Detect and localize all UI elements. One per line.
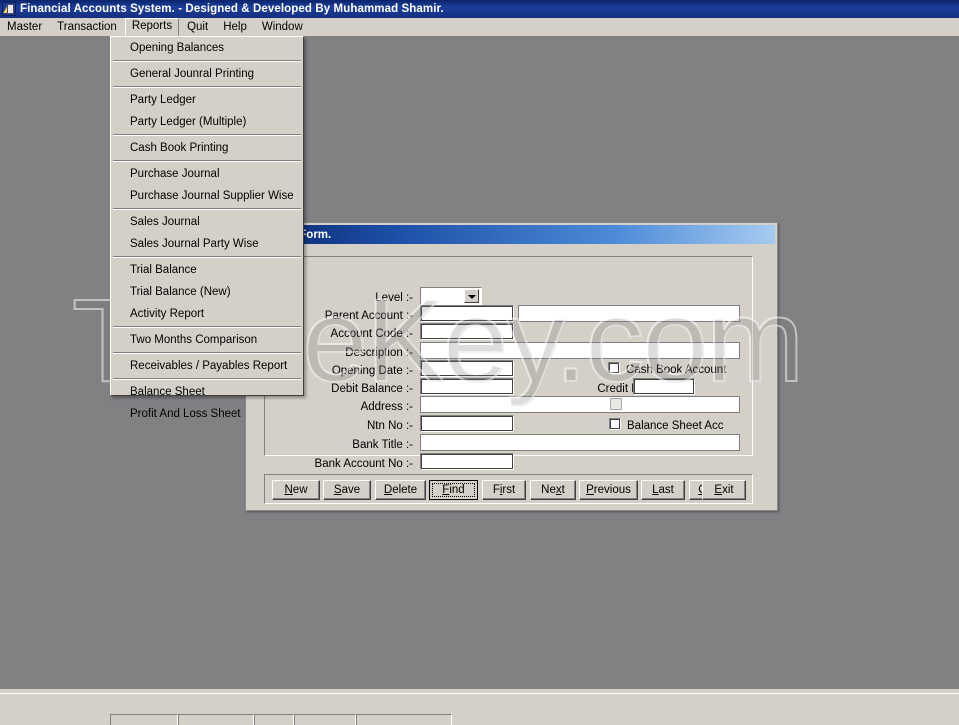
save-button[interactable]: Save [323,480,371,500]
label-address: Address :- [288,400,413,414]
statusbar-panel [110,714,178,725]
first-button[interactable]: First [482,480,526,500]
delete-button[interactable]: Delete [375,480,426,500]
menuitem-balance-sheet[interactable]: Balance Sheet [111,381,303,403]
window-title: Financial Accounts System. - Designed & … [20,3,444,15]
next-button[interactable]: Next [530,480,576,500]
menuitem-purchase-journal[interactable]: Purchase Journal [111,163,303,185]
credit-balance-input[interactable] [633,378,695,395]
bank-title-input[interactable] [420,434,740,451]
address-extra-checkbox[interactable] [610,398,622,410]
menuitem-cash-book-printing[interactable]: Cash Book Printing [111,137,303,159]
bank-account-no-input[interactable] [420,453,514,470]
balance-sheet-acc-checkbox[interactable] [609,418,621,430]
label-debit-balance: Debit Balance :- [288,382,413,396]
label-ntn-no: Ntn No :- [288,419,413,433]
parent-account-code-input[interactable] [420,305,514,322]
description-input[interactable] [420,342,740,359]
menuitem-two-months-comparison[interactable]: Two Months Comparison [111,329,303,351]
find-button[interactable]: Find [429,480,478,500]
accounts-form-dialog: ccounts Form. Level :- Parent Account :-… [245,222,778,511]
label-bank-title: Bank Title :- [288,438,413,452]
menuitem-party-ledger-multiple[interactable]: Party Ledger (Multiple) [111,111,303,133]
menuitem-sales-journal[interactable]: Sales Journal [111,211,303,233]
new-button[interactable]: New [272,480,320,500]
statusbar-panels [110,714,452,725]
label-description: Description :- [288,346,413,360]
menu-window[interactable]: Window [255,19,310,36]
menu-separator [113,86,301,88]
label-parent-account: Parent Account :- [288,309,413,323]
menu-master[interactable]: Master [0,19,49,36]
label-cash-book-account: Cash Book Account [626,363,726,377]
exit-button[interactable]: Exit [702,480,746,500]
parent-account-name-input[interactable] [518,305,740,322]
menuitem-trial-balance-new[interactable]: Trial Balance (New) [111,281,303,303]
menu-help[interactable]: Help [216,19,254,36]
statusbar-panel [356,714,452,725]
reports-dropdown-menu: Opening Balances General Jounral Printin… [110,36,304,396]
menuitem-sales-journal-party-wise[interactable]: Sales Journal Party Wise [111,233,303,255]
menubar: Master Transaction Reports Quit Help Win… [0,18,959,37]
menuitem-activity-report[interactable]: Activity Report [111,303,303,325]
application-window: Financial Accounts System. - Designed & … [0,0,959,725]
dialog-titlebar: ccounts Form. [248,225,775,244]
menu-reports[interactable]: Reports [125,18,179,36]
menu-separator [113,160,301,162]
statusbar-panel [294,714,356,725]
statusbar [0,693,959,725]
menu-separator [113,352,301,354]
previous-button[interactable]: Previous [579,480,638,500]
menuitem-trial-balance[interactable]: Trial Balance [111,259,303,281]
account-code-input[interactable] [420,323,514,340]
menuitem-purchase-journal-supplier-wise[interactable]: Purchase Journal Supplier Wise [111,185,303,207]
ntn-no-input[interactable] [420,415,514,432]
menu-separator [113,326,301,328]
label-level: Level :- [288,291,413,305]
menu-separator [113,256,301,258]
menu-transaction[interactable]: Transaction [50,19,124,36]
statusbar-panel [254,714,294,725]
statusbar-panel [178,714,254,725]
button-bar: New Save Delete Find First Next [264,474,753,504]
menu-separator [113,208,301,210]
menu-separator [113,134,301,136]
menu-separator [113,378,301,380]
menuitem-profit-and-loss-sheet[interactable]: Profit And Loss Sheet [111,403,303,425]
label-opening-date: Opening Date :- [288,364,413,378]
menuitem-receivables-payables-report[interactable]: Receivables / Payables Report [111,355,303,377]
last-button[interactable]: Last [641,480,685,500]
menu-separator [113,60,301,62]
cash-book-account-checkbox[interactable] [608,362,620,374]
level-combo[interactable] [420,287,482,306]
label-bank-account-no: Bank Account No :- [278,457,413,471]
opening-date-input[interactable] [420,360,514,377]
label-account-code: Account Code :- [288,327,413,341]
menuitem-party-ledger[interactable]: Party Ledger [111,89,303,111]
label-balance-sheet-acc: Balance Sheet Acc [627,419,724,433]
menuitem-opening-balances[interactable]: Opening Balances [111,37,303,59]
menu-quit[interactable]: Quit [180,19,215,36]
chevron-down-icon[interactable] [464,289,479,303]
app-icon [2,2,16,16]
menuitem-general-jounral-printing[interactable]: General Jounral Printing [111,63,303,85]
window-titlebar: Financial Accounts System. - Designed & … [0,0,959,18]
address-input[interactable] [420,396,740,413]
debit-balance-input[interactable] [420,378,514,395]
dialog-body: Level :- Parent Account :- Account Code … [248,246,775,508]
